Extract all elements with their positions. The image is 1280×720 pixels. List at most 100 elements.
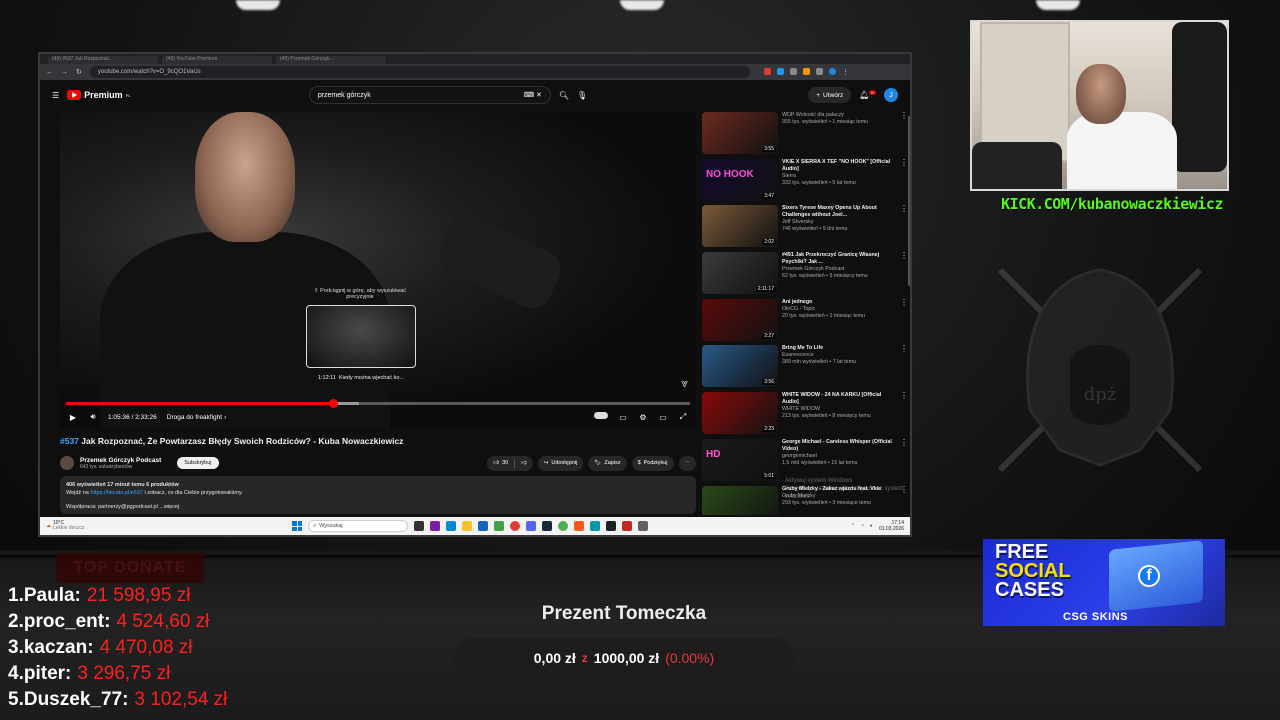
browser-tab[interactable]: (49) YouTube Premium [162, 56, 272, 64]
app-icon[interactable] [590, 521, 600, 531]
discord-icon[interactable] [526, 521, 536, 531]
app-icon[interactable] [622, 521, 632, 531]
subscribe-button[interactable]: Subskrybuj [177, 457, 219, 469]
theater-mode-icon[interactable]: ▭ [658, 412, 668, 422]
more-options-icon[interactable]: ⋮ [900, 298, 908, 306]
volume-icon[interactable]: 🔊︎ [88, 412, 98, 422]
chrome-icon[interactable] [510, 521, 520, 531]
profile-icon[interactable] [828, 68, 836, 75]
more-options-icon[interactable]: ⋮ [900, 252, 908, 260]
video-thumbnail[interactable]: 3:56 [702, 345, 778, 388]
more-options-icon[interactable]: ⋮ [900, 392, 908, 400]
wifi-icon[interactable]: ◔ [861, 523, 864, 529]
app-icon[interactable] [430, 521, 440, 531]
weather-widget[interactable]: ☁ 10°C Lekkie deszcz [46, 521, 106, 531]
more-options-icon[interactable]: ⋮ [900, 345, 908, 353]
recommendation-channel[interactable]: Jeff Skversky [782, 219, 898, 226]
volume-icon[interactable]: 🔈︎ [870, 523, 873, 529]
share-button[interactable]: ↪ Udostępnij [537, 455, 584, 471]
recommendation-channel[interactable]: WDP Wolność dla palaczy [782, 112, 898, 119]
video-thumbnail[interactable]: 2:02 [702, 205, 778, 248]
app-icon[interactable] [494, 521, 504, 531]
forward-icon[interactable]: → [61, 69, 68, 76]
video-thumbnail[interactable]: 2:23 [702, 392, 778, 435]
reload-icon[interactable]: ↻ [76, 68, 82, 76]
app-icon[interactable] [574, 521, 584, 531]
chevron-up-icon[interactable]: ⌃ [851, 523, 855, 529]
youtube-logo[interactable]: Premium PL [67, 90, 131, 100]
browser-tab[interactable]: (49) Przemek Górczyk... [276, 56, 386, 64]
channel-name[interactable]: Przemek Górczyk Podcast [80, 457, 161, 464]
recommendation-channel[interactable]: Sierra [782, 173, 898, 180]
recommendation-channel[interactable]: Evanescence [782, 352, 898, 359]
video-thumbnail[interactable]: NO HOOK 3:47 [702, 158, 778, 201]
video-thumbnail[interactable]: 3:39 [702, 485, 778, 515]
file-explorer-icon[interactable] [462, 521, 472, 531]
extension-icon[interactable] [789, 68, 797, 75]
like-button[interactable]: 👍︎ 30 👎︎ [487, 455, 533, 471]
thanks-button[interactable]: $ Podziękuj [631, 455, 674, 471]
recommendation-channel[interactable]: OleCG - Topic [782, 306, 898, 313]
menu-kebab-icon[interactable]: ⋮ [842, 68, 849, 76]
app-icon[interactable] [606, 521, 616, 531]
app-icon[interactable] [558, 521, 568, 531]
recommendation-channel[interactable]: WHITE WIDOW [782, 406, 898, 413]
recommendation-title[interactable]: Bring Me To Life [782, 345, 898, 352]
task-view-icon[interactable] [414, 521, 424, 531]
recommendation-title[interactable]: VKIE X SIERRA X TEF "NO HOOK" [Official … [782, 159, 898, 173]
settings-gear-icon[interactable]: ⚙ [638, 412, 648, 422]
more-options-icon[interactable]: ⋮ [900, 158, 908, 166]
recommendation-title[interactable]: Ani jednego [782, 299, 898, 306]
extension-icon[interactable] [776, 68, 784, 75]
video-description[interactable]: 406 wyświetleń 17 minut temu 6 produktów… [60, 476, 696, 514]
description-link[interactable]: https://hecato.pl/e537 [90, 490, 143, 496]
extension-icon[interactable] [763, 68, 771, 75]
recommendation-item[interactable]: 3:56 Bring Me To Life Evanescence 389 mln w… [702, 345, 908, 392]
fullscreen-icon[interactable]: ⤢ [678, 412, 688, 422]
account-avatar[interactable]: J [884, 88, 898, 102]
scrollbar[interactable] [908, 116, 910, 286]
recommendation-title[interactable]: #491 Jak Przekroczyć Granicę Własnej Psy… [782, 252, 898, 266]
steam-icon[interactable] [542, 521, 552, 531]
video-thumbnail[interactable]: 3:55 [702, 112, 778, 154]
app-icon[interactable] [638, 521, 648, 531]
extension-icon[interactable] [802, 68, 810, 75]
app-icon[interactable] [446, 521, 456, 531]
taskbar-search[interactable]: ⌕ Wyszukaj [308, 520, 408, 532]
recommendation-item[interactable]: 3:55 WDP Wolność dla palaczy 355 tys. wyśw… [702, 112, 908, 159]
progress-bar[interactable] [66, 399, 690, 408]
more-actions-icon[interactable]: ⋯ [678, 455, 696, 471]
channel-avatar[interactable] [60, 456, 74, 470]
thumbs-down-icon[interactable]: 👎︎ [521, 460, 527, 466]
windows-start-icon[interactable] [292, 521, 302, 531]
recommendation-channel[interactable]: georgemichael [782, 453, 898, 460]
recommendation-item[interactable]: 2:27 Ani jednego OleCG - Topic 20 tys. wyśw… [702, 298, 908, 346]
more-options-icon[interactable]: ⋮ [900, 438, 908, 446]
video-thumbnail[interactable]: 2:27 [702, 298, 778, 341]
autoplay-toggle[interactable] [594, 412, 608, 419]
clear-search-icon[interactable]: ⌨ ✕ [524, 91, 542, 99]
back-icon[interactable]: ← [46, 69, 53, 76]
notifications-icon[interactable]: 🔔︎9+ [859, 90, 876, 100]
extension-icon[interactable] [815, 68, 823, 75]
subtitles-icon[interactable]: ▭ [618, 412, 628, 422]
recommendation-item[interactable]: NO HOOK 3:47 VKIE X SIERRA X TEF "NO HOOK"… [702, 158, 908, 206]
video-thumbnail[interactable]: HD 5:01 [702, 438, 778, 481]
free-social-cases-ad[interactable]: f FREE SOCIAL CASES CSG SKINS [983, 539, 1225, 626]
chapter-button[interactable]: Droga do freakfight › [167, 414, 226, 421]
recommendation-title[interactable]: WHITE WIDOW - 24 NA KARKU [Official Audi… [782, 392, 898, 406]
hamburger-menu-icon[interactable]: ☰ [52, 91, 59, 100]
recommendation-item[interactable]: 2:02 Sixers Tyrese Maxey Opens Up About C… [702, 205, 908, 252]
create-button[interactable]: + Utwórz [808, 87, 852, 103]
recommendation-channel[interactable]: Przemek Górczyk Podcast [782, 266, 898, 273]
hashtag-link[interactable]: #537 [60, 436, 79, 446]
app-icon[interactable] [478, 521, 488, 531]
recommendation-item[interactable]: 2:23 WHITE WIDOW - 24 NA KARKU [Official … [702, 392, 908, 439]
url-field[interactable]: youtube.com/watch?v=O_9cQO1VaUs [89, 66, 750, 78]
browser-tab[interactable]: (49) #537 Jak Rozpoznać... [48, 56, 158, 64]
progress-scrubber[interactable] [329, 399, 339, 408]
voice-search-icon[interactable]: 🎙︎ [577, 91, 587, 100]
taskbar-clock[interactable]: 17:14 01.03.2026 [879, 520, 904, 532]
save-button[interactable]: 🔖︎ Zapisz [588, 455, 627, 471]
recommendation-title[interactable]: George Michael - Careless Whisper (Offic… [782, 439, 898, 453]
